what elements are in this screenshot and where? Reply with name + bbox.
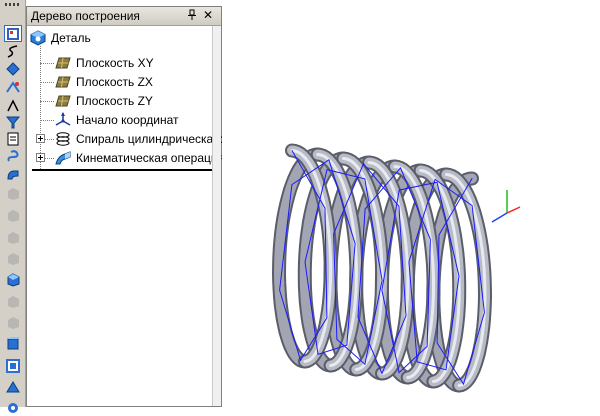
tree-connector (40, 82, 54, 83)
build-tree: Деталь Плоскость XY Плоскость ZX Плоскос… (27, 26, 230, 406)
spring-model (271, 143, 521, 393)
sweep-icon (55, 150, 71, 166)
tree-node-sweep[interactable]: Кинематическая операция: (55, 149, 227, 167)
tree-node-label: Кинематическая операция: (76, 151, 228, 165)
toolbar-button[interactable] (4, 335, 22, 352)
cube-icon (5, 272, 21, 288)
frame-icon (5, 358, 21, 374)
gear-icon (5, 400, 21, 416)
solid-disabled-icon (5, 251, 21, 267)
vertical-toolbar (0, 0, 26, 413)
extrude-icon (5, 61, 21, 77)
panel-title-bar[interactable]: Дерево построения ✕ (27, 7, 221, 26)
helix-icon (55, 131, 71, 147)
toolbar-grip[interactable] (5, 3, 21, 6)
plane-icon (55, 74, 71, 90)
tree-node-label: Начало координат (76, 113, 179, 127)
toolbar-button[interactable] (4, 399, 22, 416)
plane-icon (55, 93, 71, 109)
tree-node-label: Плоскость ZX (76, 75, 153, 89)
origin-icon (55, 112, 71, 128)
tree-connector (40, 101, 54, 102)
document-icon (5, 131, 21, 147)
vertical-scrollbar[interactable] (212, 26, 221, 406)
selection-underline (32, 169, 212, 171)
3d-viewport[interactable] (222, 0, 600, 407)
tree-node-label: Деталь (51, 31, 91, 45)
toolbar-button[interactable] (4, 185, 22, 202)
tree-node-origin[interactable]: Начало координат (55, 111, 179, 129)
build-tree-panel: Дерево построения ✕ Деталь Плоскость XY … (26, 6, 230, 407)
solid-disabled-icon (5, 294, 21, 310)
tree-connector (40, 120, 54, 121)
operation-icon (5, 166, 21, 182)
toolbar-button[interactable] (4, 60, 22, 77)
toolbar-button[interactable] (4, 250, 22, 267)
tree-connector (45, 158, 54, 159)
tree-view-icon (5, 26, 21, 42)
part-icon (30, 30, 46, 46)
filter-icon (5, 114, 21, 130)
expand-toggle[interactable] (36, 134, 45, 143)
pin-icon[interactable] (187, 9, 197, 21)
solid-disabled-icon (5, 315, 21, 331)
toolbar-button[interactable] (4, 130, 22, 147)
toolbar-button[interactable] (4, 79, 22, 96)
toolbar-button[interactable] (4, 314, 22, 331)
tree-node-label: Спираль цилиндрическая:1 (76, 132, 230, 146)
close-icon[interactable]: ✕ (203, 8, 213, 22)
panel-title: Дерево построения (31, 9, 140, 23)
toolbar-button[interactable] (4, 378, 22, 395)
plane-icon (55, 55, 71, 71)
tree-connector (45, 139, 54, 140)
toolbar-button[interactable] (4, 113, 22, 130)
sketch-icon (5, 97, 21, 113)
toolbar-button[interactable] (4, 207, 22, 224)
spiral-icon (5, 149, 21, 165)
toolbar-button[interactable] (4, 271, 22, 288)
tree-connector (40, 63, 54, 64)
measure-icon (5, 379, 21, 395)
solid-disabled-icon (5, 208, 21, 224)
tree-node-helix[interactable]: Спираль цилиндрическая:1 (55, 130, 230, 148)
coordinate-axes-icon (491, 190, 521, 223)
toolbar-button[interactable] (4, 165, 22, 182)
tree-node-plane-zx[interactable]: Плоскость ZX (55, 73, 153, 91)
solid-disabled-icon (5, 186, 21, 202)
toolbar-button[interactable] (4, 229, 22, 246)
tree-node-part[interactable]: Деталь (30, 29, 91, 47)
tree-node-label: Плоскость XY (76, 56, 154, 70)
box-icon (5, 336, 21, 352)
curve-icon (5, 44, 21, 60)
toolbar-button[interactable] (4, 43, 22, 60)
toolbar-button[interactable] (4, 148, 22, 165)
tree-node-label: Плоскость ZY (76, 94, 153, 108)
toolbar-button[interactable] (4, 25, 22, 42)
solid-disabled-icon (5, 230, 21, 246)
toolbar-button[interactable] (4, 293, 22, 310)
expand-toggle[interactable] (36, 153, 45, 162)
tree-node-plane-xy[interactable]: Плоскость XY (55, 54, 154, 72)
tree-node-plane-zy[interactable]: Плоскость ZY (55, 92, 153, 110)
toolbar-button[interactable] (4, 96, 22, 113)
rotate-icon (5, 80, 21, 96)
toolbar-button[interactable] (4, 357, 22, 374)
